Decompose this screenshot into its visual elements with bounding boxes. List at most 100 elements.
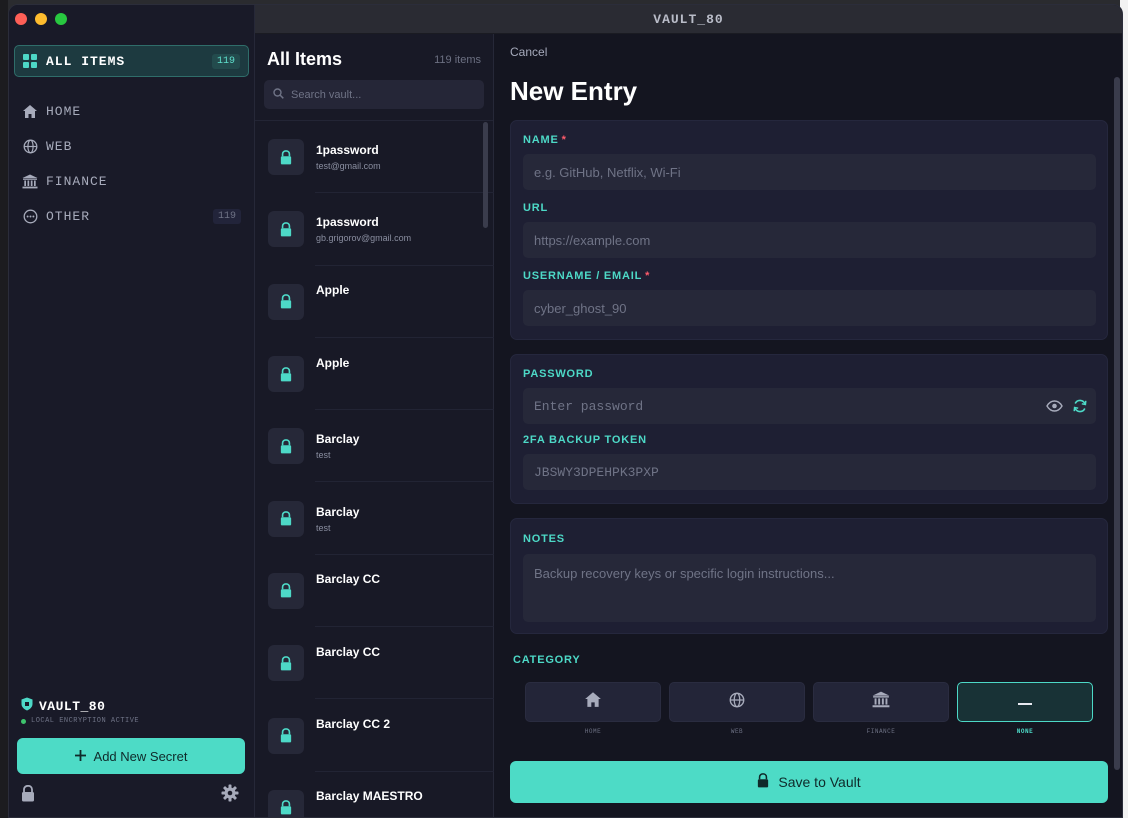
window-titlebar: VAULT_80	[255, 5, 1122, 34]
lock-icon	[268, 500, 304, 537]
list-item[interactable]: Barclay test	[255, 482, 494, 555]
list-item-text: Barclay MAESTRO	[316, 789, 423, 803]
list-item-title: Barclay CC	[316, 572, 381, 587]
category-web-button[interactable]	[669, 682, 805, 722]
notes-label: NOTES	[523, 533, 565, 545]
lock-icon	[268, 211, 304, 248]
url-field[interactable]	[534, 232, 1096, 248]
list-item-text: Barclay CC 2	[316, 717, 390, 731]
list-item[interactable]: Barclay CC	[255, 627, 494, 700]
lock-icon	[268, 139, 304, 176]
list-item-title: 1password	[316, 143, 379, 158]
form-scrollbar[interactable]	[1114, 77, 1120, 770]
items-list-panel: All Items 119 items 1password test@gmail.…	[255, 34, 494, 817]
close-window-button[interactable]	[15, 13, 27, 25]
list-item-text: Apple	[316, 356, 349, 370]
token-label-text: 2FA BACKUP TOKEN	[523, 434, 647, 446]
list-item-subtitle: gb.grigorov@gmail.com	[316, 233, 412, 244]
search-input[interactable]	[291, 88, 471, 101]
add-new-secret-button[interactable]: Add New Secret	[17, 738, 245, 774]
sidebar-item-home[interactable]: HOME	[21, 99, 241, 123]
list-item-title: Barclay	[316, 432, 360, 447]
list-item-text: Barclay CC	[316, 572, 380, 586]
list-item[interactable]: 1password test@gmail.com	[255, 121, 494, 194]
dots-circle-icon	[21, 207, 39, 225]
list-item-text: Barclay test	[316, 505, 359, 533]
token-field[interactable]	[534, 464, 1096, 480]
list-item[interactable]: Barclay MAESTRO	[255, 772, 494, 817]
token-label: 2FA BACKUP TOKEN	[523, 434, 647, 446]
list-item[interactable]: Barclay test	[255, 410, 494, 483]
bank-icon	[872, 691, 890, 713]
list-item[interactable]: 1password gb.grigorov@gmail.com	[255, 193, 494, 266]
notes-field-box[interactable]	[523, 554, 1096, 622]
lock-icon	[268, 645, 304, 682]
url-field-box[interactable]	[523, 222, 1096, 258]
list-item[interactable]: Apple	[255, 338, 494, 411]
grid-icon	[23, 54, 37, 68]
save-to-vault-button[interactable]: Save to Vault	[510, 761, 1108, 803]
search-box[interactable]	[264, 80, 484, 109]
notes-card: NOTES	[510, 518, 1108, 634]
list-item-subtitle: test	[316, 450, 331, 461]
save-to-vault-label: Save to Vault	[778, 774, 861, 790]
token-field-box[interactable]	[523, 454, 1096, 490]
name-field[interactable]	[534, 164, 1096, 180]
sidebar-item-other[interactable]: OTHER 119	[21, 204, 241, 228]
list-item[interactable]: Barclay CC	[255, 555, 494, 628]
plus-icon	[74, 749, 86, 764]
lock-icon	[268, 717, 304, 754]
name-field-box[interactable]	[523, 154, 1096, 190]
status-dot	[21, 718, 26, 724]
username-field[interactable]	[534, 300, 1096, 316]
list-item-text: 1password test@gmail.com	[316, 143, 381, 171]
password-field-box[interactable]	[523, 388, 1096, 424]
lock-icon	[268, 428, 304, 465]
notes-field[interactable]	[534, 562, 1096, 618]
eye-icon[interactable]	[1046, 398, 1063, 419]
list-item-text: Barclay test	[316, 432, 359, 460]
count-badge: 119	[212, 208, 241, 224]
list-item-title: Barclay CC	[316, 644, 381, 659]
cancel-button[interactable]: Cancel	[510, 45, 547, 59]
list-item-title: Apple	[316, 283, 350, 298]
list-title: All Items	[267, 49, 343, 69]
refresh-icon[interactable]	[1072, 398, 1088, 419]
list-item-title: Barclay CC 2	[316, 717, 391, 732]
sidebar-item-finance[interactable]: FINANCE	[21, 169, 241, 193]
minimize-window-button[interactable]	[35, 13, 47, 25]
encryption-status-text: LOCAL ENCRYPTION ACTIVE	[31, 717, 140, 725]
username-label: USERNAME / EMAIL *	[523, 270, 650, 282]
list-item-text: Barclay CC	[316, 645, 380, 659]
sidebar-item-label: FINANCE	[46, 173, 108, 189]
category-label: CATEGORY	[513, 654, 581, 666]
username-label-text: USERNAME / EMAIL	[523, 270, 643, 282]
gear-icon[interactable]	[221, 784, 239, 807]
sidebar-item-web[interactable]: WEB	[21, 134, 241, 158]
vault-name-text: VAULT_80	[39, 699, 106, 714]
list-scrollbar[interactable]	[483, 122, 488, 228]
category-home-button[interactable]	[525, 682, 661, 722]
username-field-box[interactable]	[523, 290, 1096, 326]
sidebar: ALL ITEMS 119 HOME WEB FINANCE OTHER 119…	[9, 5, 255, 817]
lock-icon	[757, 773, 769, 791]
password-field[interactable]	[534, 398, 1096, 414]
sidebar-item-all-items[interactable]: ALL ITEMS 119	[14, 45, 249, 77]
category-none-button[interactable]	[957, 682, 1093, 722]
category-none-caption: NONE	[1016, 728, 1034, 735]
name-label-text: NAME	[523, 134, 559, 146]
identity-card: NAME* URL USERNAME / EMAIL*	[510, 120, 1108, 340]
minus-icon	[1018, 693, 1032, 711]
list-item[interactable]: Barclay CC 2	[255, 699, 494, 772]
sidebar-item-label: HOME	[46, 103, 82, 119]
category-web-caption: WEB	[730, 728, 744, 735]
category-finance-button[interactable]	[813, 682, 949, 722]
list-item[interactable]: Apple	[255, 266, 494, 338]
sidebar-item-label: WEB	[46, 138, 73, 154]
name-label: NAME *	[523, 134, 567, 146]
items-list: 1password test@gmail.com 1password gb.grigo…	[255, 121, 494, 817]
vault-name: VAULT_80	[21, 697, 105, 716]
globe-icon	[21, 137, 39, 155]
lock-vault-icon[interactable]	[21, 784, 35, 807]
zoom-window-button[interactable]	[55, 13, 67, 25]
